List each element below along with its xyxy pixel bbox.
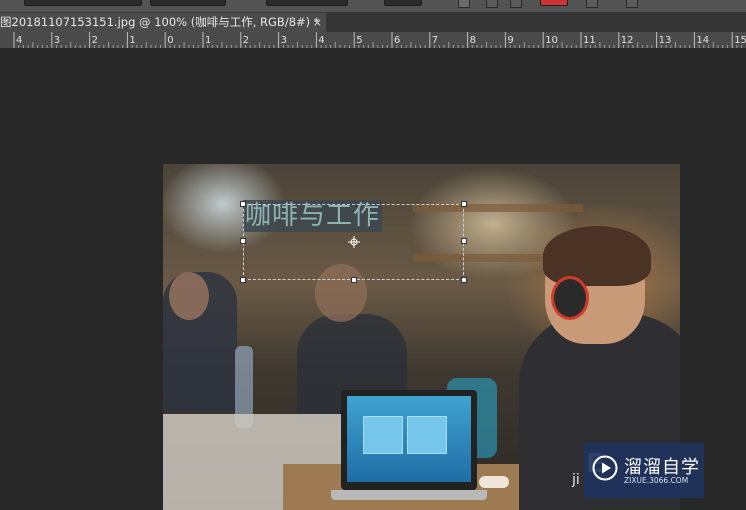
ruler-tick-label: 2 [243,35,249,46]
ruler-tick-label: 5 [356,35,362,46]
ruler-tick-label: 6 [394,35,400,46]
align-center-button[interactable] [486,0,498,8]
ruler-tick-label: 7 [432,35,438,46]
ruler-tick-label: 14 [696,35,709,46]
video-tile [363,416,403,454]
transform-handle-bottom[interactable] [351,277,357,283]
video-tile [407,416,447,454]
laptop-screen [347,396,471,482]
ruler-tick-label: 3 [281,35,287,46]
document-tab-bar: 图20181107153151.jpg @ 100% (咖啡与工作, RGB/8… [0,13,746,32]
headphone-shape [551,276,589,320]
transform-handle-left[interactable] [240,238,246,244]
options-bar [0,0,746,13]
ruler-tick-label: 2 [92,35,98,46]
ruler-tick-label: 13 [659,35,672,46]
background-person-head [169,272,209,320]
ruler-tick-label: 3 [54,35,60,46]
watermark-url: ZIXUE.3066.COM [624,476,689,485]
horizontal-ruler[interactable]: 4 3 2 1 0 1 2 3 4 5 6 7 8 9 10 11 12 13 14 15 [0,32,746,49]
ruler-tick-label: 1 [129,35,135,46]
watermark-logo: 溜溜自学 ZIXUE.3066.COM [584,443,704,498]
warp-text-button[interactable] [586,0,598,8]
reference-point-icon[interactable] [348,236,360,248]
ruler-ticks: 4 3 2 1 0 1 2 3 4 5 6 7 8 9 10 11 12 13 14 15 [13,32,746,48]
ruler-tick-label: 8 [470,35,476,46]
document-tab[interactable]: 图20181107153151.jpg @ 100% (咖啡与工作, RGB/8… [0,13,326,32]
play-circle-icon [592,455,618,481]
text-color-swatch[interactable] [540,0,568,6]
overlay-letter: ji [572,472,580,488]
align-right-button[interactable] [510,0,522,8]
ruler-tick-label: 4 [16,35,22,46]
man-hair [543,226,651,286]
transform-handle-top-right[interactable] [461,201,467,207]
transform-handle-bottom-left[interactable] [240,277,246,283]
laptop-shape [331,390,487,500]
ruler-tick-label: 11 [583,35,596,46]
character-panel-button[interactable] [626,0,638,8]
font-size-field[interactable] [266,0,348,6]
font-family-field[interactable] [24,0,142,6]
cup-shape [479,476,509,488]
ruler-tick-label: 4 [318,35,324,46]
antialias-field[interactable] [384,0,422,6]
transform-handle-right[interactable] [461,238,467,244]
ruler-tick-label: 1 [205,35,211,46]
ruler-tick-label: 9 [507,35,513,46]
document-tab-title: 图20181107153151.jpg @ 100% (咖啡与工作, RGB/8… [0,15,320,29]
transform-handle-top-left[interactable] [240,201,246,207]
ruler-tick-label: 15 [734,35,746,46]
ruler-tick-label: 12 [621,35,634,46]
ruler-tick-label: 10 [545,35,558,46]
laptop-base [331,490,487,500]
align-left-button[interactable] [458,0,470,8]
transform-handle-bottom-right[interactable] [461,277,467,283]
ruler-tick-label: 0 [167,35,173,46]
close-icon[interactable]: × [313,13,322,32]
font-style-field[interactable] [150,0,226,6]
